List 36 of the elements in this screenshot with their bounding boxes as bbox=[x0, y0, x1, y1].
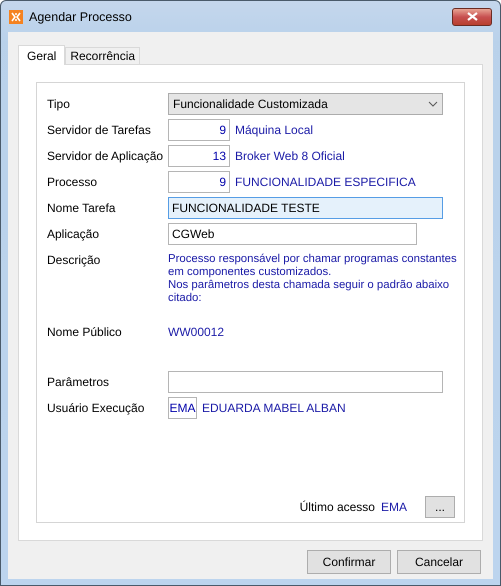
code-field[interactable]: 9 bbox=[168, 119, 230, 141]
field-label: Nome Tarefa bbox=[47, 200, 116, 217]
code-description: Máquina Local bbox=[235, 122, 314, 139]
field-label: Nome Público bbox=[47, 324, 123, 341]
field-value: WW00012 bbox=[168, 324, 224, 341]
user-name: EDUARDA MABEL ALBAN bbox=[202, 400, 346, 417]
field-label: Tipo bbox=[47, 96, 71, 113]
dialog-button[interactable]: Cancelar bbox=[397, 550, 481, 574]
field-label: Descrição bbox=[47, 252, 102, 269]
more-button[interactable]: ... bbox=[425, 496, 455, 518]
tab[interactable]: Recorrência bbox=[65, 47, 140, 64]
text-field[interactable] bbox=[168, 371, 443, 393]
field-label: Servidor de Aplicação bbox=[47, 148, 164, 165]
text-field[interactable]: FUNCIONALIDADE TESTE bbox=[168, 197, 443, 219]
field-label: Aplicação bbox=[47, 226, 100, 243]
dialog-button[interactable]: Confirmar bbox=[307, 550, 391, 574]
field-label: Usuário Execução bbox=[47, 400, 146, 417]
close-icon bbox=[466, 12, 478, 21]
app-icon bbox=[9, 10, 23, 24]
code-field[interactable]: 13 bbox=[168, 145, 230, 167]
field-label: Parâmetros bbox=[47, 374, 110, 391]
last-access-label: Último acesso bbox=[300, 500, 375, 514]
code-description: Broker Web 8 Oficial bbox=[235, 148, 345, 165]
code-field[interactable]: 9 bbox=[168, 171, 230, 193]
close-button[interactable] bbox=[452, 8, 492, 26]
tab[interactable]: Geral bbox=[18, 45, 66, 65]
user-code-field[interactable]: EMA bbox=[168, 397, 197, 419]
last-access-value: EMA bbox=[380, 500, 407, 514]
type-dropdown[interactable]: Funcionalidade Customizada bbox=[168, 93, 443, 115]
chevron-down-icon bbox=[428, 101, 438, 107]
field-label: Processo bbox=[47, 174, 98, 191]
text-field[interactable]: CGWeb bbox=[168, 223, 417, 245]
field-value: Processo responsável por chamar programas constantes em componentes customizados. Nos parâmetros desta chamada seguir o padrão abaixo citado: bbox=[168, 252, 457, 305]
field-label: Servidor de Tarefas bbox=[47, 122, 152, 139]
code-description: FUNCIONALIDADE ESPECIFICA bbox=[235, 174, 416, 191]
window-title: Agendar Processo bbox=[29, 10, 132, 24]
